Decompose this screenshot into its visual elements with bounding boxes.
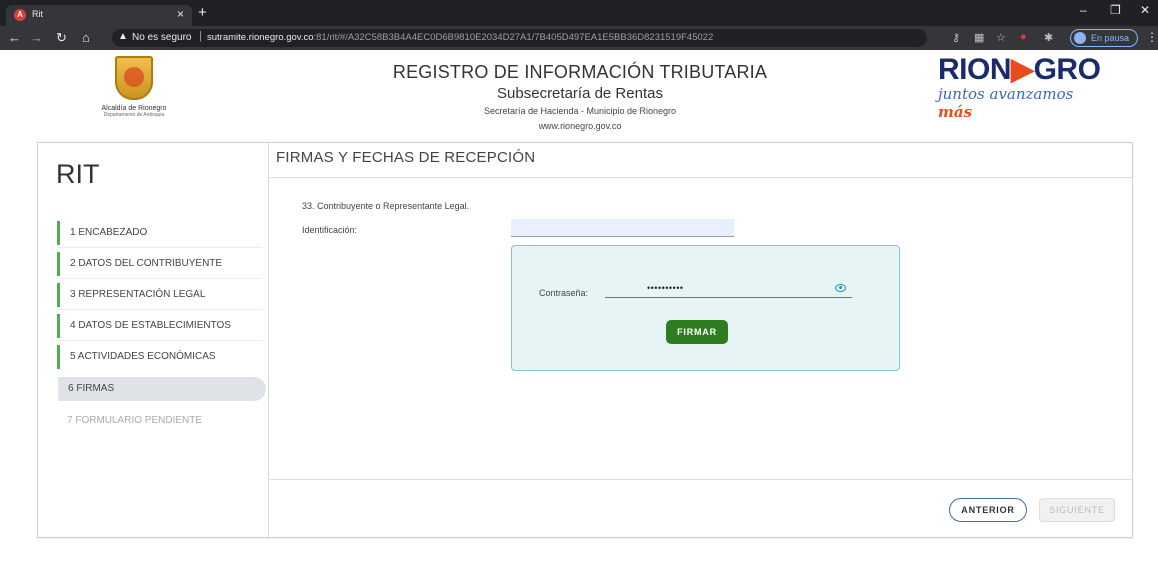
browser-tab-bar: A Rit × + – ❐ ✕ — [0, 0, 1158, 26]
step-formulario-pendiente[interactable]: 7 FORMULARIO PENDIENTE — [57, 409, 267, 433]
form-card: RIT 1 ENCABEZADO 2 DATOS DEL CONTRIBUYEN… — [37, 142, 1133, 538]
new-tab-icon[interactable]: + — [198, 4, 207, 21]
brand-arrow-icon: ▶ — [1011, 53, 1034, 86]
sign-button[interactable]: FIRMAR — [666, 320, 728, 344]
key-icon[interactable]: ⚷ — [952, 31, 960, 44]
close-window-icon[interactable]: ✕ — [1140, 3, 1150, 17]
avatar-icon — [1074, 32, 1086, 44]
rionegro-brand-logo: RION▶GRO juntos avanzamos más — [938, 55, 1108, 122]
browser-address-bar: ← → ↻ ⌂ ▲ No es seguro | sutramite.rione… — [0, 26, 1158, 50]
next-button[interactable]: SIGUIENTE — [1039, 498, 1115, 522]
home-icon[interactable]: ⌂ — [82, 30, 90, 45]
step-datos-establecimientos[interactable]: 4 DATOS DE ESTABLECIMIENTOS — [57, 314, 267, 338]
url-separator: | — [199, 30, 202, 42]
url-text: sutramite.rionegro.gov.co:81/rit/#/A32C5… — [207, 32, 713, 43]
minimize-icon[interactable]: – — [1080, 3, 1087, 17]
back-icon[interactable]: ← — [8, 30, 21, 45]
section-divider — [268, 177, 1132, 178]
password-input[interactable]: •••••••••• — [605, 282, 852, 298]
step-encabezado[interactable]: 1 ENCABEZADO — [57, 221, 267, 245]
reload-icon[interactable]: ↻ — [56, 30, 67, 46]
password-label: Contraseña: — [539, 288, 589, 298]
page-subtitle: Subsecretaría de Rentas — [497, 85, 663, 102]
footer-divider — [268, 479, 1132, 480]
contribuyente-label: 33. Contribuyente o Representante Legal. — [302, 201, 470, 211]
alcaldia-dept: Departamento de Antioquia — [103, 112, 165, 118]
password-value: •••••••••• — [647, 283, 684, 293]
sign-panel: Contraseña: •••••••••• FIRMAR — [511, 245, 900, 371]
star-icon[interactable]: ☆ — [996, 31, 1006, 44]
steps-sidebar: RIT 1 ENCABEZADO 2 DATOS DEL CONTRIBUYEN… — [38, 143, 269, 537]
previous-button[interactable]: ANTERIOR — [949, 498, 1027, 522]
url-input[interactable]: ▲ No es seguro | sutramite.rionegro.gov.… — [112, 29, 927, 47]
brand-part-2: GRO — [1033, 53, 1101, 86]
step-representacion-legal[interactable]: 3 REPRESENTACIÓN LEGAL — [57, 283, 267, 307]
restore-icon[interactable]: ❐ — [1110, 3, 1121, 17]
sidebar-title: RIT — [56, 159, 100, 189]
step-divider — [58, 247, 262, 248]
identificacion-input[interactable] — [511, 219, 734, 237]
step-firmas[interactable]: 6 FIRMAS — [58, 377, 266, 401]
identificacion-label: Identificación: — [302, 225, 358, 235]
step-actividades-economicas[interactable]: 5 ACTIVIDADES ECONÓMICAS — [57, 345, 267, 369]
main-content: FIRMAS Y FECHAS DE RECEPCIÓN 33. Contrib… — [268, 143, 1132, 537]
brand-part-1: RION — [938, 53, 1012, 86]
step-datos-contribuyente[interactable]: 2 DATOS DEL CONTRIBUYENTE — [57, 252, 267, 276]
profile-label: En pausa — [1091, 33, 1130, 43]
tab-title: Rit — [32, 9, 43, 19]
slogan-mas: más — [938, 103, 973, 121]
page-title: REGISTRO DE INFORMACIÓN TRIBUTARIA — [392, 62, 768, 82]
page-header: REGISTRO DE INFORMACIÓN TRIBUTARIA Subse… — [330, 62, 830, 131]
profile-button[interactable]: En pausa — [1070, 29, 1138, 47]
browser-tab[interactable]: A Rit × — [6, 5, 192, 26]
browser-menu-icon[interactable]: ⋮ — [1146, 30, 1158, 44]
close-tab-icon[interactable]: × — [177, 7, 184, 21]
step-divider — [58, 278, 262, 279]
section-title: FIRMAS Y FECHAS DE RECEPCIÓN — [276, 149, 536, 166]
url-host: sutramite.rionegro.gov.co — [207, 32, 314, 43]
extension-icon[interactable]: ● — [1020, 31, 1027, 43]
url-path: :81/rit/#/A32C58B3B4A4EC0D6B9810E2034D27… — [313, 32, 714, 43]
secretaria-text: Secretaría de Hacienda - Municipio de Ri… — [483, 106, 677, 116]
brand-slogan: juntos avanzamos más — [938, 85, 1108, 121]
eye-icon[interactable] — [835, 284, 846, 292]
alcaldia-logo: Alcaldía de Rionegro Departamento de Ant… — [88, 56, 180, 126]
forward-icon[interactable]: → — [30, 30, 43, 45]
slogan-text: juntos avanzamos — [938, 85, 1074, 103]
shield-icon — [115, 56, 153, 100]
translate-icon[interactable]: ▦ — [974, 31, 984, 44]
alcaldia-name: Alcaldía de Rionegro — [101, 105, 167, 112]
puzzle-icon[interactable]: ✱ — [1044, 31, 1053, 44]
not-secure-label: No es seguro — [132, 32, 192, 43]
brand-name: RION▶GRO — [938, 55, 1108, 85]
step-divider — [58, 309, 262, 310]
tab-favicon-icon: A — [14, 9, 26, 21]
step-divider — [58, 340, 262, 341]
warning-icon: ▲ — [118, 31, 128, 42]
website-text: www.rionegro.gov.co — [538, 121, 622, 131]
